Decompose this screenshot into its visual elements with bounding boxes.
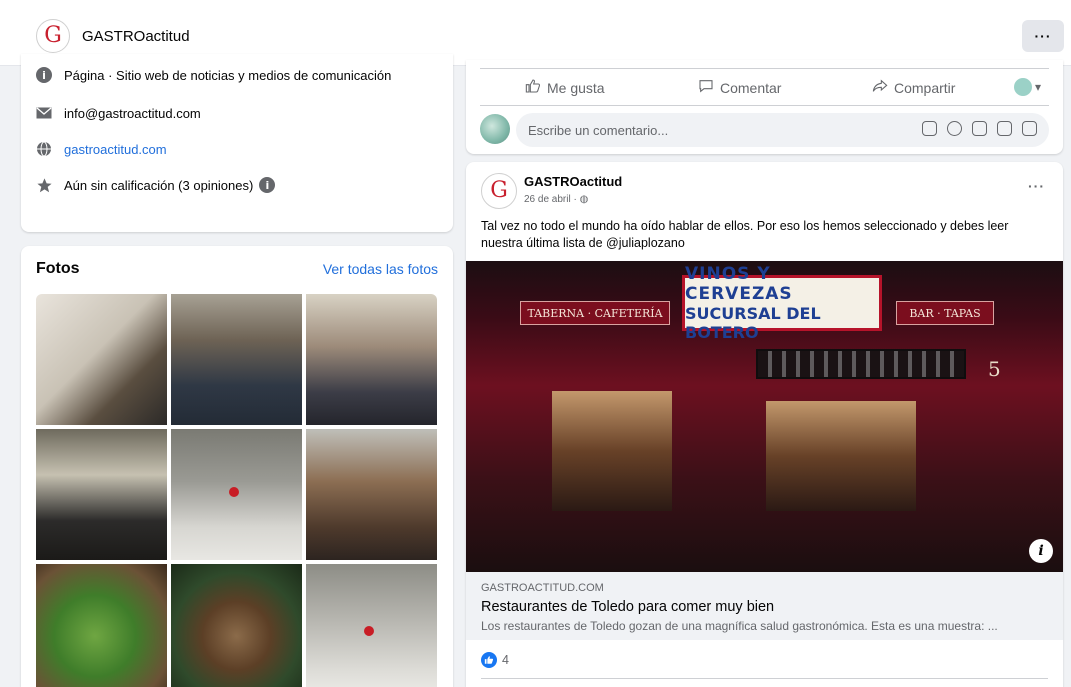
photo-thumbnail[interactable] <box>36 429 167 560</box>
audience-selector[interactable]: ▾ <box>1013 78 1041 96</box>
intro-rating-row: Aún sin calificación (3 opiniones) i <box>35 176 276 194</box>
comment-tools <box>922 121 1037 136</box>
photos-title: Fotos <box>36 260 80 277</box>
image-door-number: 5 <box>988 357 1001 381</box>
intro-email-row: info@gastroactitud.com <box>35 104 201 122</box>
photo-thumbnail[interactable] <box>36 564 167 687</box>
share-button[interactable]: Compartir <box>872 78 955 98</box>
comment-icon <box>698 78 714 98</box>
link-title[interactable]: Restaurantes de Toledo para comer muy bi… <box>481 599 774 615</box>
image-sign-line1: VINOS Y CERVEZAS <box>685 264 793 304</box>
emoji-icon[interactable] <box>947 121 962 136</box>
image-main-sign: VINOS Y CERVEZAS SUCURSAL DEL BOTERO <box>682 264 882 342</box>
info-icon: i <box>35 66 53 84</box>
image-sign-left: TABERNA · CAFETERÍA <box>520 301 670 325</box>
comment-button[interactable]: Comentar <box>698 78 781 98</box>
logo-letter: G <box>44 23 62 48</box>
comment-label: Comentar <box>720 80 782 96</box>
avatar-sticker-icon[interactable] <box>1022 121 1037 136</box>
more-options-button[interactable]: ··· <box>1022 20 1064 52</box>
avatar <box>1013 78 1032 96</box>
rose-decoration <box>229 487 239 497</box>
photo-thumbnail[interactable] <box>171 564 302 687</box>
photos-grid <box>36 294 439 687</box>
intro-email[interactable]: info@gastroactitud.com <box>64 106 201 121</box>
thumbs-up-icon <box>525 78 541 98</box>
photo-thumbnail[interactable] <box>171 429 302 560</box>
intro-rating: Aún sin calificación (3 opiniones) <box>64 177 254 193</box>
gif-icon[interactable] <box>997 121 1012 136</box>
star-icon <box>35 176 53 194</box>
photo-thumbnail[interactable] <box>306 294 437 425</box>
globe-icon <box>35 140 53 158</box>
post-date[interactable]: 26 de abril · ◍ <box>524 194 588 205</box>
rose-decoration <box>364 626 374 636</box>
intro-category: Página · Sitio web de noticias y medios … <box>64 67 392 83</box>
image-sign-line2: SUCURSAL DEL BOTERO <box>685 304 821 342</box>
divider <box>481 678 1048 679</box>
photos-card: Fotos Ver todas las fotos <box>21 246 453 687</box>
avatar[interactable] <box>480 114 510 144</box>
intro-website-link[interactable]: gastroactitud.com <box>64 142 167 157</box>
photo-thumbnail[interactable] <box>306 429 437 560</box>
globe-icon: ◍ <box>579 194 589 205</box>
post-author-avatar[interactable]: G <box>481 173 517 209</box>
comment-composer: Escribe un comentario... <box>480 113 1049 147</box>
info-icon[interactable]: i <box>1029 539 1053 563</box>
camera-icon[interactable] <box>972 121 987 136</box>
see-all-photos-link[interactable]: Ver todas las fotos <box>323 261 438 277</box>
like-reaction-icon <box>481 652 497 668</box>
link-domain: GASTROACTITUD.COM <box>481 582 604 594</box>
post-options-button[interactable]: ··· <box>1028 178 1045 194</box>
post-text: Tal vez no todo el mundo ha oído hablar … <box>481 219 1009 250</box>
post-link-image[interactable]: TABERNA · CAFETERÍA VINOS Y CERVEZAS SUC… <box>466 261 1063 573</box>
ironwork-decoration <box>756 349 966 379</box>
intro-website-row: gastroactitud.com <box>35 140 167 158</box>
shelf-decoration <box>766 401 916 511</box>
reaction-summary[interactable]: 4 <box>481 652 509 668</box>
page-title[interactable]: GASTROactitud <box>82 28 190 45</box>
reaction-count: 4 <box>502 653 509 667</box>
image-sign-right: BAR · TAPAS <box>896 301 994 325</box>
post-card: G GASTROactitud 26 de abril · ◍ ··· Tal … <box>466 162 1063 687</box>
post-date-text: 26 de abril · <box>524 194 577 205</box>
photo-thumbnail[interactable] <box>36 294 167 425</box>
intro-card: i Página · Sitio web de noticias y medio… <box>21 54 453 232</box>
previous-post-actions: Me gusta Comentar Compartir ▾ Escribe un… <box>466 60 1063 154</box>
rating-info-icon[interactable]: i <box>259 177 276 193</box>
photo-thumbnail[interactable] <box>171 294 302 425</box>
shelf-decoration <box>552 391 672 511</box>
photo-thumbnail[interactable] <box>306 564 437 687</box>
page-logo[interactable]: G <box>36 19 70 53</box>
post-action-bar: Me gusta Comentar Compartir ▾ <box>480 68 1049 106</box>
intro-category-row: i Página · Sitio web de noticias y medio… <box>35 66 391 84</box>
share-label: Compartir <box>894 80 956 96</box>
sticker-icon[interactable] <box>922 121 937 136</box>
envelope-icon <box>35 104 53 122</box>
logo-letter: G <box>490 178 508 203</box>
post-author[interactable]: GASTROactitud <box>524 174 622 189</box>
share-icon <box>872 78 888 98</box>
like-label: Me gusta <box>547 80 605 96</box>
link-description: Los restaurantes de Toledo gozan de una … <box>481 619 998 633</box>
like-button[interactable]: Me gusta <box>525 78 605 98</box>
chevron-down-icon: ▾ <box>1034 80 1041 94</box>
